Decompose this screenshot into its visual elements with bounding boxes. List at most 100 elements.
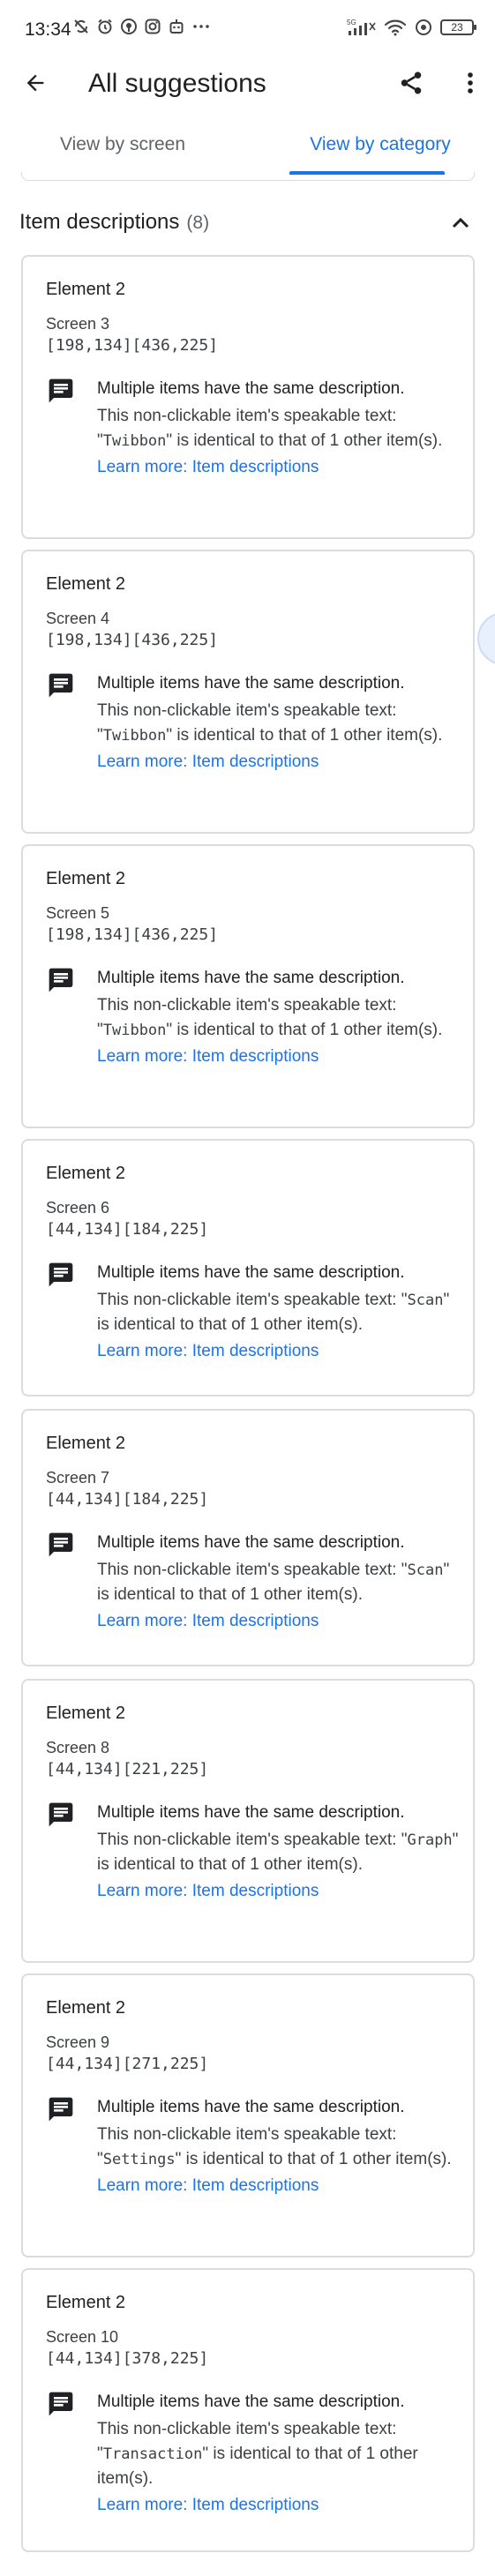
card-detail-pre: This non-clickable item's speakable text… [97,1291,408,1309]
back-button[interactable] [19,67,51,99]
card-detail: This non-clickable item's speakable text… [97,2417,461,2491]
card-detail-code: Scan [407,1561,444,1579]
learn-more-link[interactable]: Learn more: Item descriptions [97,1339,461,1364]
cellular-signal-icon: 5G [347,19,376,35]
card-element-label: Element 2 [46,1704,126,1723]
share-button[interactable] [395,67,427,99]
card-detail-code: Transaction [102,2445,203,2463]
card-body: Multiple items have the same description… [97,2390,461,2518]
card-body: Multiple items have the same description… [97,1261,461,1364]
card-detail-pre: This non-clickable item's speakable text… [97,1831,408,1849]
floating-side-bubble[interactable] [477,612,495,665]
card-summary: Multiple items have the same description… [97,1803,405,1822]
card-screen-label: Screen 9 [46,2033,110,2051]
card-element-label: Element 2 [46,1998,126,2018]
card-summary: Multiple items have the same description… [97,969,405,987]
hotspot-icon [416,19,431,35]
card-screen-label: Screen 5 [46,904,110,922]
suggestion-card[interactable]: Element 2 Screen 4 [198,134][436,225] Mu… [21,550,475,834]
learn-more-link[interactable]: Learn more: Item descriptions [97,1609,461,1634]
notification-icons [72,18,211,35]
card-detail-code: Settings [102,2151,176,2168]
share-icon [401,71,422,94]
card-body: Multiple items have the same description… [97,2095,461,2198]
card-body: Multiple items have the same description… [97,966,461,1069]
card-detail-post: " is identical to that of 1 other item(s… [166,1021,443,1039]
previous-card-edge [21,172,475,181]
message-icon [49,378,73,403]
section-title-text: Item descriptions [19,210,180,234]
card-summary: Multiple items have the same description… [97,674,405,693]
more-vert-icon [468,72,473,94]
card-detail: This non-clickable item's speakable text… [97,1828,461,1877]
card-bounds: [44,134][271,225] [46,2055,209,2073]
card-bounds: [198,134][436,225] [46,925,219,944]
view-tabs: View by screen View by category [0,124,495,176]
card-summary: Multiple items have the same description… [97,1533,405,1552]
card-element-label: Element 2 [46,280,126,299]
collapse-button[interactable] [446,209,475,237]
learn-more-link[interactable]: Learn more: Item descriptions [97,1045,461,1069]
status-bar: 13:34 5G 23 [0,0,495,62]
suggestion-card[interactable]: Element 2 Screen 9 [44,134][271,225] Mul… [21,1973,475,2258]
card-element-label: Element 2 [46,1434,126,1453]
card-summary: Multiple items have the same description… [97,1263,405,1282]
card-screen-label: Screen 10 [46,2328,119,2346]
message-icon [49,1802,73,1827]
card-screen-label: Screen 8 [46,1739,110,1756]
card-detail-post: " is identical to that of 1 other item(s… [166,431,443,450]
card-element-label: Element 2 [46,1164,126,1183]
suggestion-card[interactable]: Element 2 Screen 8 [44,134][221,225] Mul… [21,1679,475,1963]
card-body: Multiple items have the same description… [97,1801,461,1904]
battery-icon: 23 [440,19,476,35]
learn-more-link[interactable]: Learn more: Item descriptions [97,2493,461,2518]
chevron-up-icon [452,217,469,228]
card-detail-code: Twibbon [102,432,167,450]
tab-view-by-category[interactable]: View by category [282,124,478,176]
app-bar: All suggestions [0,62,495,106]
card-screen-label: Screen 7 [46,1469,110,1486]
more-notifications-icon [193,25,209,28]
message-icon [49,673,73,698]
suggestion-card[interactable]: Element 2 Screen 5 [198,134][436,225] Mu… [21,844,475,1128]
card-bounds: [44,134][378,225] [46,2349,209,2368]
system-icons: 5G 23 [347,18,476,37]
card-element-label: Element 2 [46,869,126,888]
card-summary: Multiple items have the same description… [97,2098,405,2116]
item-descriptions-header[interactable]: Item descriptions (8) [0,207,495,243]
suggestion-card[interactable]: Element 2 Screen 6 [44,134][184,225] Mul… [21,1139,475,1397]
message-icon [49,1532,73,1557]
card-body: Multiple items have the same description… [97,377,461,480]
message-icon [49,2392,73,2416]
card-detail: This non-clickable item's speakable text… [97,2123,461,2172]
instagram-icon [145,19,161,34]
card-element-label: Element 2 [46,574,126,594]
suggestion-card[interactable]: Element 2 Screen 3 [198,134][436,225] Mu… [21,255,475,539]
message-icon [49,1262,73,1287]
card-bounds: [44,134][221,225] [46,1760,209,1778]
robot-icon [169,19,184,34]
card-detail-code: Graph [407,1831,453,1849]
more-options-button[interactable] [457,67,484,99]
card-detail-code: Twibbon [102,1022,167,1039]
card-detail-post: " is identical to that of 1 other item(s… [175,2150,452,2168]
learn-more-link[interactable]: Learn more: Item descriptions [97,750,461,775]
learn-more-link[interactable]: Learn more: Item descriptions [97,1879,461,1904]
card-summary: Multiple items have the same description… [97,379,405,398]
card-bounds: [44,134][184,225] [46,1220,209,1239]
message-icon [49,968,73,992]
card-bounds: [198,134][436,225] [46,631,219,649]
learn-more-link[interactable]: Learn more: Item descriptions [97,2174,461,2198]
card-screen-label: Screen 4 [46,610,110,627]
suggestion-card[interactable]: Element 2 Screen 10 [44,134][378,225] Mu… [21,2268,475,2552]
suggestion-card[interactable]: Element 2 Screen 7 [44,134][184,225] Mul… [21,1409,475,1666]
learn-more-link[interactable]: Learn more: Item descriptions [97,455,461,480]
section-count: (8) [186,213,210,233]
section-title: Item descriptions (8) [19,210,209,235]
arrow-back-icon [26,74,44,92]
status-time: 13:34 [25,19,71,40]
card-detail: This non-clickable item's speakable text… [97,1288,461,1337]
tab-view-by-screen[interactable]: View by screen [21,124,224,176]
wifi-icon [384,19,407,36]
card-detail: This non-clickable item's speakable text… [97,993,461,1043]
